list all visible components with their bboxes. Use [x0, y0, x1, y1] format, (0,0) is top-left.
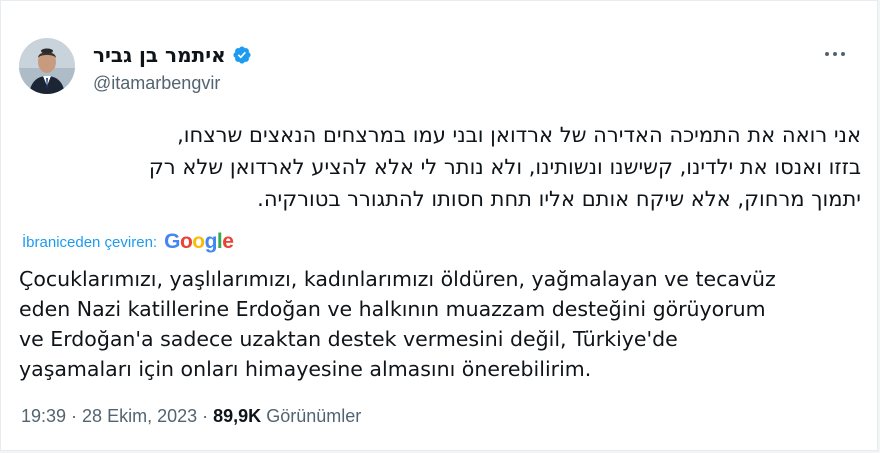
avatar[interactable] — [19, 38, 75, 94]
meta-separator: · — [66, 406, 83, 426]
translated-text-line: eden Nazi katillerine Erdoğan ve halkını… — [19, 297, 766, 321]
author-handle[interactable]: @itamarbengvir — [93, 73, 220, 94]
tweet-time[interactable]: 19:39 — [21, 406, 66, 426]
tweet-text-line: בזזו ואנסו את ילדינו, קשישנו ונשותינו, ו… — [148, 155, 861, 179]
more-options-icon[interactable] — [821, 43, 849, 65]
translated-from-label[interactable]: İbraniceden çeviren: — [22, 234, 157, 251]
author-name-row[interactable]: איתמר בן גביר — [93, 43, 252, 67]
tweet-text-line: אני רואה את התמיכה האדירה של ארדואן ובני… — [177, 123, 861, 147]
translated-text-line: yaşamaları için onları himayesine alması… — [19, 357, 592, 381]
avatar-image — [19, 38, 75, 94]
author-display-name[interactable]: איתמר בן גביר — [93, 43, 226, 67]
translation-attribution[interactable]: İbraniceden çeviren: Google — [22, 230, 234, 254]
translated-text-line: Çocuklarımızı, yaşlılarımızı, kadınlarım… — [19, 267, 776, 291]
tweet-date[interactable]: 28 Ekim, 2023 — [82, 406, 197, 426]
views-label: Görünümler — [266, 406, 362, 426]
verified-badge-icon — [232, 45, 252, 65]
meta-separator: · — [197, 406, 214, 426]
translated-text: Çocuklarımızı, yaşlılarımızı, kadınlarım… — [19, 264, 861, 384]
google-logo: Google — [164, 230, 234, 253]
tweet-meta: 19:39 · 28 Ekim, 2023 · 89,9K Görünümler — [21, 406, 361, 427]
tweet-text-line: יתמוך מרחוק, אלא שיקח אותם אליו תחת חסות… — [257, 187, 861, 211]
views-count: 89,9K — [213, 406, 262, 426]
tweet-text: אני רואה את התמיכה האדירה של ארדואן ובני… — [19, 119, 861, 215]
tweet-card: איתמר בן גביר @itamarbengvir אני רואה את… — [0, 0, 878, 451]
translated-text-line: ve Erdoğan'a sadece uzaktan destek verme… — [19, 327, 678, 351]
